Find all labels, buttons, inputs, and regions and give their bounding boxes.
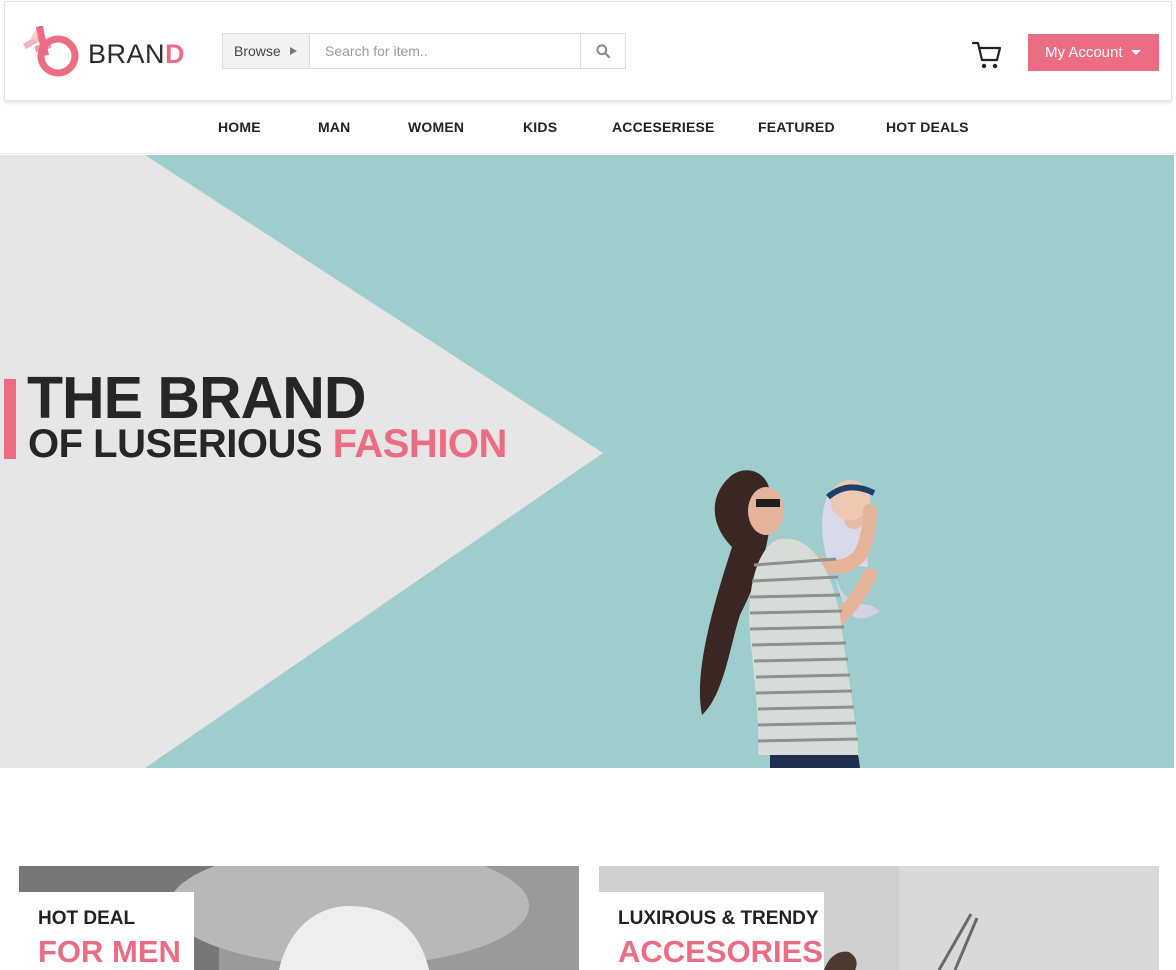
my-account-label: My Account xyxy=(1045,44,1123,61)
hero-banner[interactable]: THE BRAND OF LUSERIOUS FASHION xyxy=(0,155,1174,768)
nav-item-featured[interactable]: FEATURED xyxy=(758,119,835,135)
browse-label: Browse xyxy=(234,43,281,59)
nav-item-man[interactable]: MAN xyxy=(318,119,350,135)
cart-icon xyxy=(971,41,1002,69)
promo-accessories-big: ACCESORIES xyxy=(618,934,823,969)
my-account-button[interactable]: My Account xyxy=(1028,34,1159,71)
hero-image xyxy=(699,470,880,768)
caret-right-icon xyxy=(290,47,297,55)
promo-accessories-label-box: LUXIROUS & TRENDY ACCESORIES xyxy=(599,892,824,970)
promo-men-small: HOT DEAL xyxy=(38,908,136,929)
promo-card-accessories[interactable]: LUXIROUS & TRENDY ACCESORIES xyxy=(599,866,1159,970)
promo-accessories-small: LUXIROUS & TRENDY xyxy=(618,908,819,929)
search-button[interactable] xyxy=(580,34,625,68)
search-bar: Browse xyxy=(222,33,626,69)
search-input[interactable] xyxy=(311,34,581,68)
nav-item-kids[interactable]: KIDS xyxy=(523,119,557,135)
hero-accent-bar xyxy=(4,379,16,459)
browse-dropdown[interactable]: Browse xyxy=(223,34,310,68)
nav-item-hot-deals[interactable]: HOT DEALS xyxy=(886,119,969,135)
nav-item-women[interactable]: WOMEN xyxy=(408,119,464,135)
promo-card-men[interactable]: HOT DEAL FOR MEN xyxy=(19,866,579,970)
promo-men-label-box: HOT DEAL FOR MEN xyxy=(19,892,194,970)
brand-name: BRAND xyxy=(88,39,186,69)
nav-item-home[interactable]: HOME xyxy=(218,119,261,135)
search-icon xyxy=(596,44,610,58)
cart-button[interactable] xyxy=(971,39,1003,71)
main-nav: HOME MAN WOMEN KIDS ACCESERIESE FEATURED… xyxy=(0,103,1176,154)
site-header: BRAND Browse My Account xyxy=(4,1,1172,101)
promo-men-big: FOR MEN xyxy=(38,934,181,969)
nav-item-accessories[interactable]: ACCESERIESE xyxy=(612,119,715,135)
brand-logo[interactable]: BRAND xyxy=(21,26,196,82)
hero-subtitle: OF LUSERIOUS FASHION xyxy=(28,422,507,466)
caret-down-icon xyxy=(1131,50,1141,55)
brand-logo-icon xyxy=(22,26,79,77)
